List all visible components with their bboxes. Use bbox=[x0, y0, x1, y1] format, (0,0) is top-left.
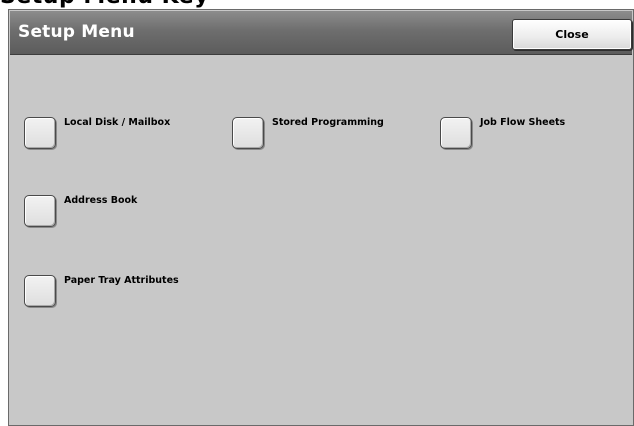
menu-item-label: Address Book bbox=[64, 195, 138, 206]
window-title: Setup Menu bbox=[18, 22, 135, 42]
menu-item-job-flow-sheets[interactable]: Job Flow Sheets bbox=[440, 116, 565, 150]
menu-item-stored-programming[interactable]: Stored Programming bbox=[232, 116, 384, 150]
paper-tray-attributes-button-icon[interactable] bbox=[24, 275, 56, 307]
menu-item-label: Local Disk / Mailbox bbox=[64, 117, 171, 128]
setup-menu-panel: Setup Menu Close Local Disk / Mailbox St… bbox=[8, 9, 634, 426]
menu-item-address-book[interactable]: Address Book bbox=[24, 194, 137, 228]
page-heading: Setup Menu Key bbox=[0, 0, 634, 8]
menu-item-label: Job Flow Sheets bbox=[480, 117, 566, 128]
title-bar: Setup Menu Close bbox=[10, 11, 632, 55]
menu-item-label: Stored Programming bbox=[272, 117, 384, 128]
menu-item-label: Paper Tray Attributes bbox=[64, 275, 179, 286]
close-button[interactable]: Close bbox=[512, 19, 632, 50]
job-flow-sheets-button-icon[interactable] bbox=[440, 117, 472, 149]
address-book-button-icon[interactable] bbox=[24, 195, 56, 227]
menu-item-paper-tray-attributes[interactable]: Paper Tray Attributes bbox=[24, 274, 179, 308]
menu-item-local-disk-mailbox[interactable]: Local Disk / Mailbox bbox=[24, 116, 170, 150]
stored-programming-button-icon[interactable] bbox=[232, 117, 264, 149]
local-disk-mailbox-button-icon[interactable] bbox=[24, 117, 56, 149]
